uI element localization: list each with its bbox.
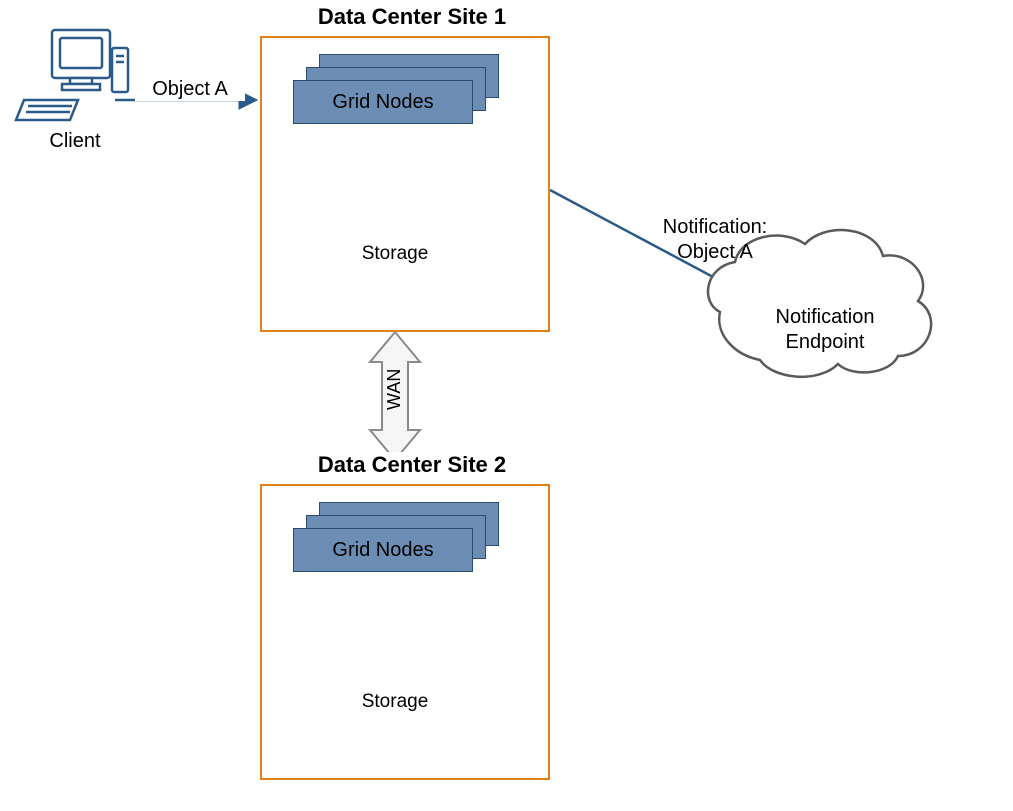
client-label: Client	[20, 130, 130, 153]
client-computer-icon	[16, 30, 128, 120]
storage-label-site1: Storage	[345, 243, 445, 265]
site1-title: Data Center Site 1	[278, 4, 546, 30]
storage-label-site2: Storage	[345, 691, 445, 713]
notification-endpoint-label: Notification Endpoint	[755, 305, 895, 355]
wan-label: WAN	[384, 369, 405, 410]
notification-endpoint-line2: Endpoint	[755, 330, 895, 355]
grid-nodes-label-site2: Grid Nodes	[332, 539, 433, 562]
notification-label: Notification: Object A	[635, 215, 795, 265]
grid-nodes-stack-site1: Grid Nodes	[293, 54, 503, 134]
grid-nodes-label-site1: Grid Nodes	[332, 91, 433, 114]
grid-nodes-stack-site2: Grid Nodes	[293, 502, 503, 582]
notification-line2: Object A	[635, 240, 795, 265]
notification-line1: Notification:	[635, 215, 795, 240]
notification-endpoint-line1: Notification	[755, 305, 895, 330]
object-a-label: Object A	[135, 78, 245, 101]
diagram-canvas: Client Object A Data Center Site 1 Grid …	[0, 0, 1013, 811]
site2-title: Data Center Site 2	[278, 452, 546, 478]
